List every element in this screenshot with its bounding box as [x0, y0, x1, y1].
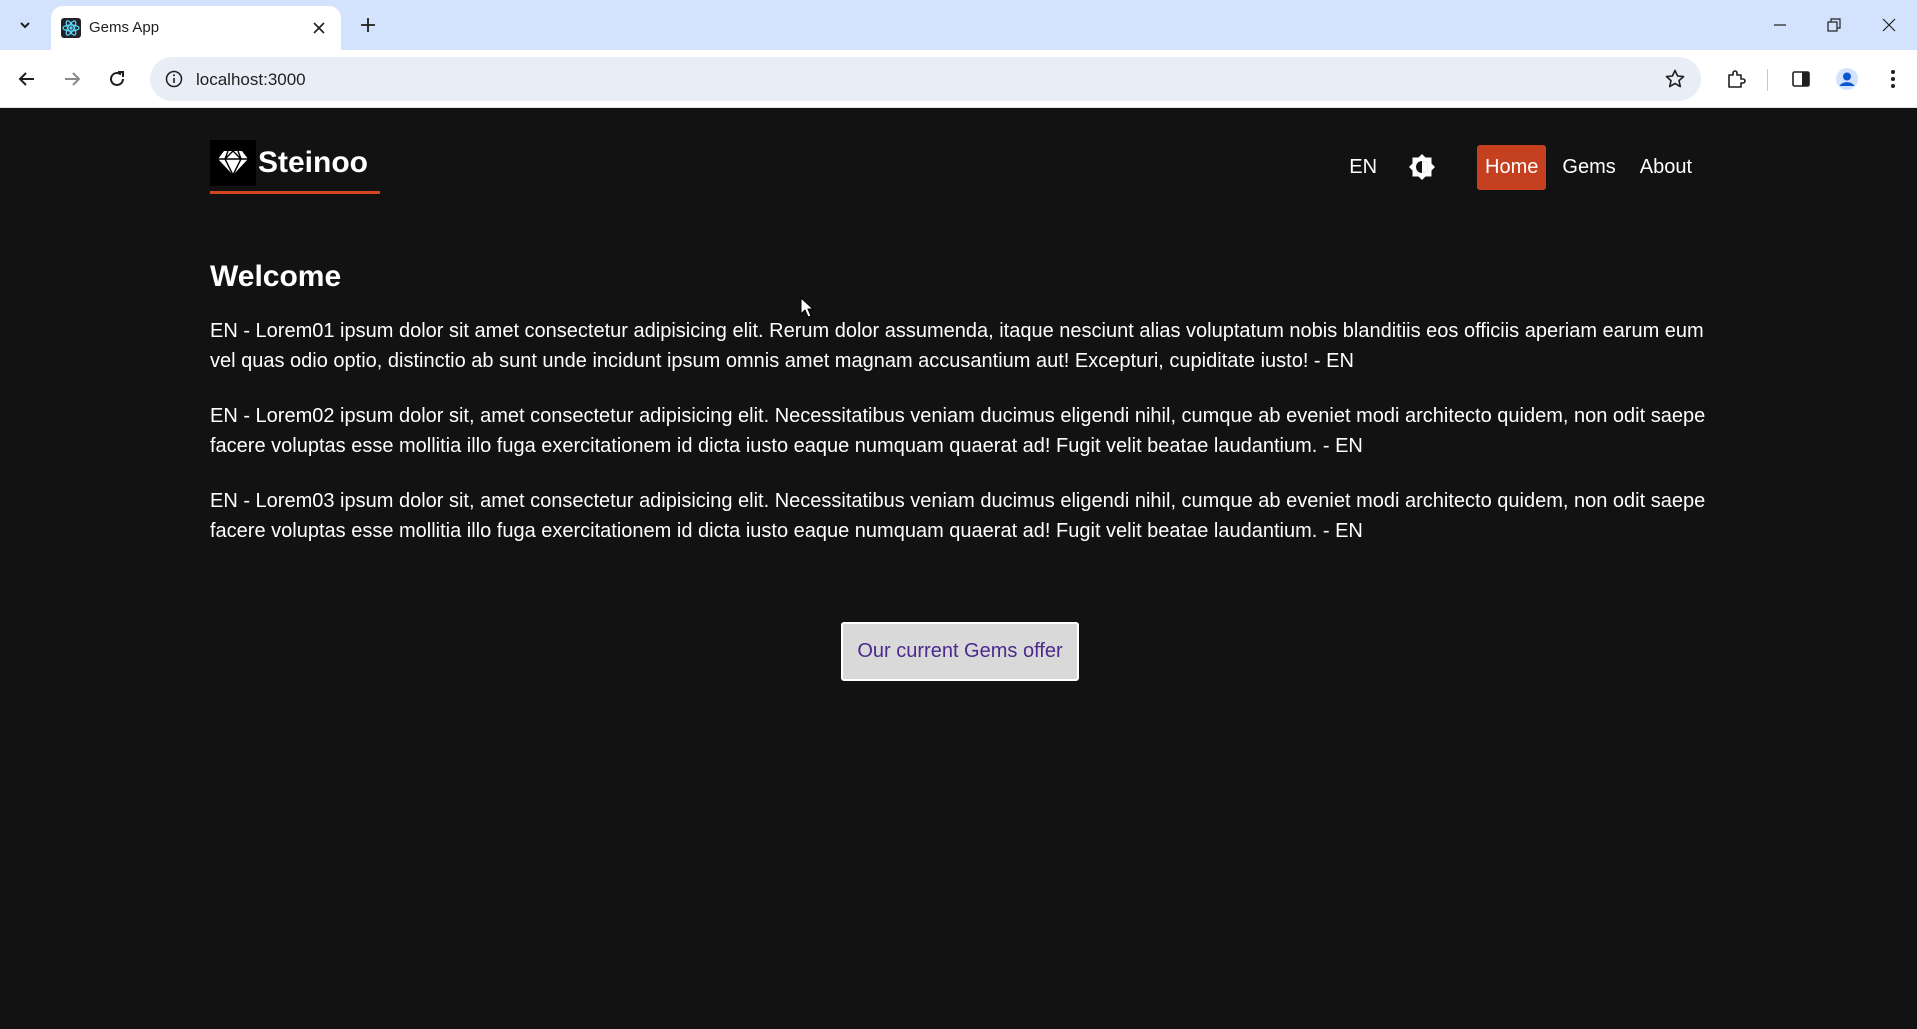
react-favicon-icon [61, 18, 81, 38]
close-icon [1882, 18, 1896, 32]
restore-button[interactable] [1806, 0, 1862, 50]
mouse-cursor-icon [800, 297, 814, 318]
info-icon [165, 70, 183, 88]
brand-link[interactable]: Steinoo [210, 134, 380, 194]
tab-search-button[interactable] [9, 9, 41, 41]
bookmark-button[interactable] [1661, 65, 1689, 93]
brand-name: Steinoo [258, 145, 368, 179]
profile-button[interactable] [1829, 61, 1865, 97]
kebab-menu-icon [1891, 70, 1895, 88]
reload-icon [110, 71, 124, 86]
side-panel-button[interactable] [1783, 61, 1819, 97]
site-navbar: Steinoo EN Home Gems About [210, 134, 1700, 194]
back-button[interactable] [9, 61, 45, 97]
toolbar-separator [1767, 69, 1768, 91]
site-info-button[interactable] [160, 65, 188, 93]
avatar-icon [1836, 68, 1858, 90]
nav-menu: EN Home Gems About [1349, 144, 1700, 190]
intro-paragraph-2: EN - Lorem02 ipsum dolor sit, amet conse… [210, 405, 1706, 457]
intro-paragraph-3: EN - Lorem03 ipsum dolor sit, amet conse… [210, 490, 1706, 542]
reload-button[interactable] [99, 61, 135, 97]
nav-link-gems[interactable]: Gems [1554, 145, 1623, 190]
tab-title: Gems App [89, 19, 160, 36]
arrow-left-icon [18, 72, 34, 86]
nav-link-home[interactable]: Home [1477, 144, 1547, 190]
side-panel-icon [1792, 71, 1810, 87]
minimize-icon [1774, 24, 1786, 26]
close-window-button[interactable] [1861, 0, 1917, 50]
page-title: Welcome [210, 260, 342, 293]
arrow-right-icon [65, 72, 81, 86]
close-icon [313, 22, 325, 34]
intro-paragraph-1: EN - Lorem01 ipsum dolor sit amet consec… [210, 320, 1704, 372]
main-content: Welcome EN - Lorem01 ipsum dolor sit ame… [210, 260, 1710, 571]
browser-tab-bar: Gems App [0, 0, 1917, 50]
star-icon [1665, 69, 1685, 88]
browser-toolbar: localhost:3000 [0, 50, 1917, 108]
extensions-button[interactable] [1718, 61, 1754, 97]
restore-icon [1827, 18, 1841, 32]
menu-button[interactable] [1875, 61, 1911, 97]
puzzle-icon [1728, 70, 1746, 88]
web-page: Steinoo EN Home Gems About Welcome EN - … [0, 108, 1917, 1029]
new-tab-button[interactable] [352, 9, 384, 41]
browser-tab[interactable]: Gems App [51, 6, 341, 50]
language-switcher[interactable]: EN [1349, 156, 1377, 179]
address-bar[interactable]: localhost:3000 [150, 57, 1701, 101]
plus-icon [361, 18, 375, 32]
diamond-icon [210, 139, 256, 186]
chevron-down-icon [20, 22, 30, 29]
nav-link-about[interactable]: About [1632, 145, 1700, 190]
minimize-button[interactable] [1752, 0, 1808, 50]
forward-button[interactable] [54, 61, 90, 97]
url-text: localhost:3000 [196, 70, 306, 89]
theme-toggle-button[interactable] [1407, 152, 1437, 182]
brightness-icon [1409, 154, 1436, 180]
gems-offer-button[interactable]: Our current Gems offer [841, 622, 1079, 681]
tab-close-button[interactable] [307, 16, 331, 40]
